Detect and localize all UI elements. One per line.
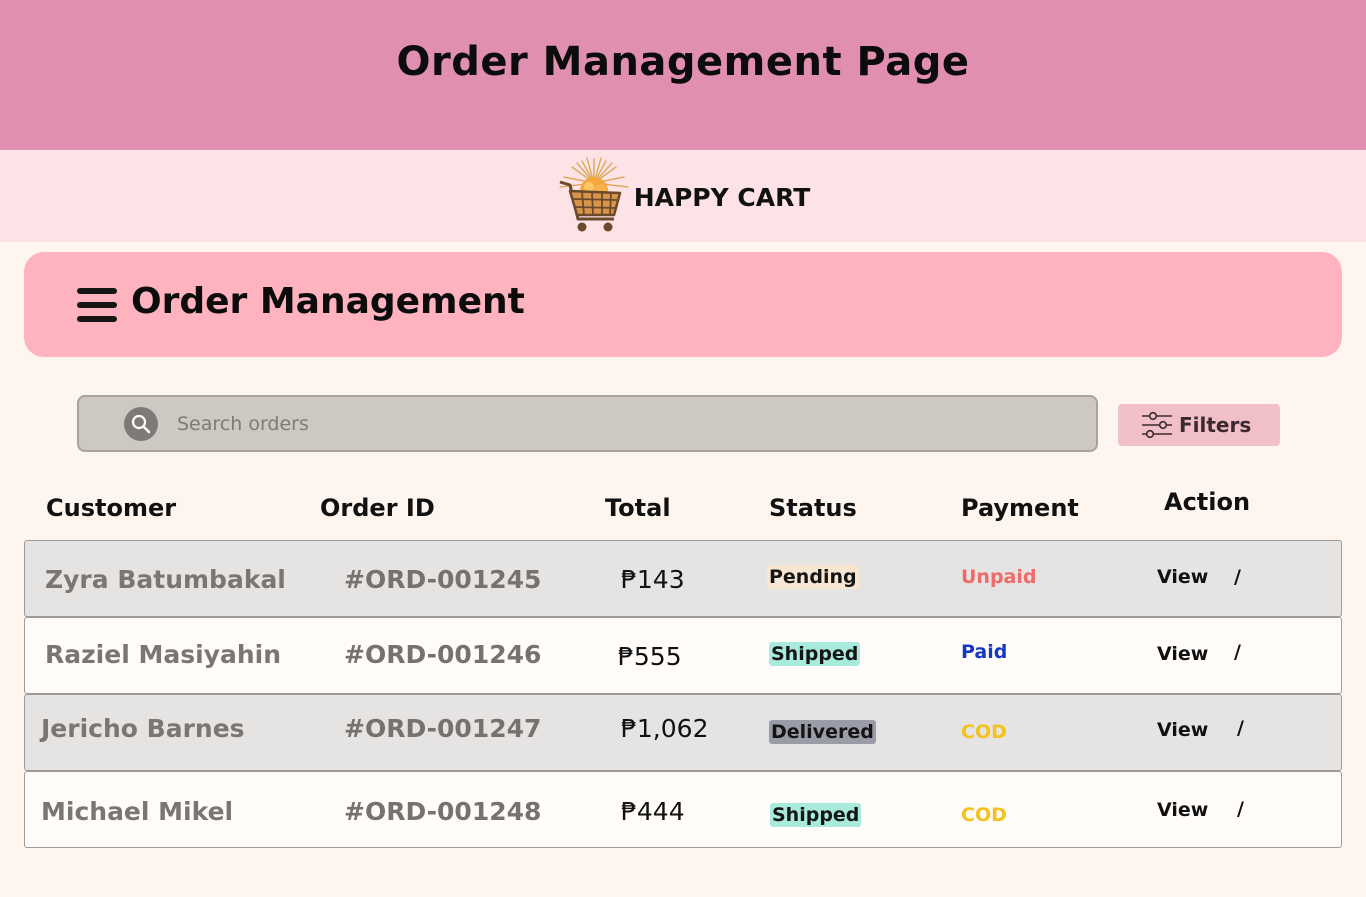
status-badge: Shipped bbox=[769, 642, 861, 666]
column-header-action: Action bbox=[1164, 488, 1251, 516]
payment-status: COD bbox=[961, 721, 1007, 743]
order-id: #ORD-001245 bbox=[344, 565, 542, 594]
order-total: ₱143 bbox=[621, 565, 685, 594]
payment-status: Unpaid bbox=[961, 566, 1037, 588]
column-header-status: Status bbox=[769, 494, 857, 522]
table-row: Raziel Masiyahin #ORD-001246 ₱555 Shippe… bbox=[24, 617, 1342, 694]
brand-name: HAPPY CART bbox=[633, 182, 811, 212]
search-bar[interactable] bbox=[77, 395, 1098, 452]
page-banner: Order Management Page bbox=[0, 0, 1366, 150]
sliders-icon bbox=[1142, 411, 1172, 439]
payment-status: COD bbox=[961, 804, 1007, 826]
filters-label: Filters bbox=[1179, 413, 1252, 437]
table-row: Michael Mikel #ORD-001248 ₱444 Shipped C… bbox=[24, 771, 1342, 848]
action-separator: / bbox=[1234, 566, 1241, 588]
customer-name: Jericho Barnes bbox=[41, 714, 245, 743]
view-link[interactable]: View bbox=[1157, 719, 1208, 741]
status-badge: Shipped bbox=[770, 803, 862, 827]
view-link[interactable]: View bbox=[1157, 566, 1208, 588]
view-link[interactable]: View bbox=[1157, 643, 1208, 665]
hamburger-menu-icon[interactable] bbox=[77, 287, 117, 322]
page-title: Order Management Page bbox=[396, 39, 970, 85]
payment-status: Paid bbox=[961, 641, 1008, 663]
table-row: Zyra Batumbakal #ORD-001245 ₱143 Pending… bbox=[24, 540, 1342, 617]
table-row: Jericho Barnes #ORD-001247 ₱1,062 Delive… bbox=[24, 694, 1342, 771]
order-total: ₱1,062 bbox=[621, 714, 709, 743]
filters-button[interactable]: Filters bbox=[1118, 404, 1280, 446]
order-id: #ORD-001247 bbox=[344, 714, 542, 743]
section-header: Order Management bbox=[24, 252, 1342, 357]
shopping-cart-logo bbox=[559, 157, 629, 232]
order-id: #ORD-001248 bbox=[344, 797, 542, 826]
action-separator: / bbox=[1234, 641, 1241, 663]
column-header-payment: Payment bbox=[961, 494, 1079, 522]
customer-name: Raziel Masiyahin bbox=[45, 640, 281, 669]
order-total: ₱444 bbox=[621, 797, 685, 826]
customer-name: Zyra Batumbakal bbox=[45, 565, 286, 594]
status-badge: Pending bbox=[767, 565, 859, 589]
order-total: ₱555 bbox=[618, 642, 682, 671]
column-header-order-id: Order ID bbox=[320, 494, 435, 522]
search-icon[interactable] bbox=[124, 406, 158, 441]
status-badge: Delivered bbox=[769, 720, 876, 744]
action-separator: / bbox=[1237, 798, 1244, 820]
section-title: Order Management bbox=[131, 281, 525, 322]
column-header-total: Total bbox=[605, 494, 671, 522]
action-separator: / bbox=[1237, 717, 1244, 739]
order-id: #ORD-001246 bbox=[344, 640, 542, 669]
view-link[interactable]: View bbox=[1157, 799, 1208, 821]
customer-name: Michael Mikel bbox=[41, 797, 234, 826]
search-input[interactable] bbox=[177, 412, 997, 435]
brand-bar: HAPPY CART bbox=[0, 150, 1366, 242]
column-header-customer: Customer bbox=[46, 494, 177, 522]
